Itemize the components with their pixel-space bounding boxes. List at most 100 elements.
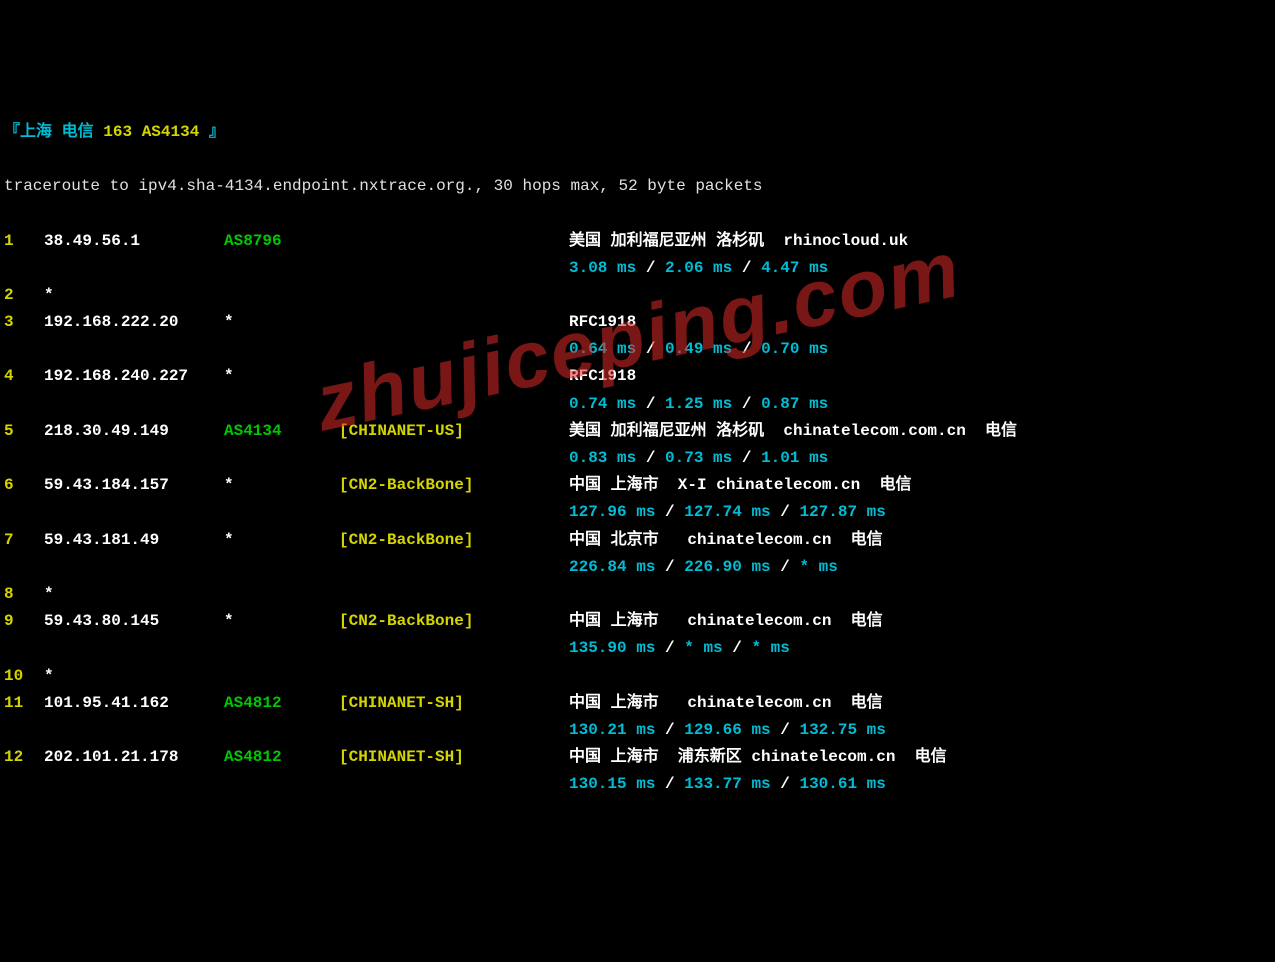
hop-timings: 0.83 ms / 0.73 ms / 1.01 ms: [4, 445, 1271, 472]
hop-location: 中国 北京市 chinatelecom.cn 电信: [569, 527, 883, 554]
hop-ip: *: [44, 282, 224, 309]
trace-command: traceroute to ipv4.sha-4134.endpoint.nxt…: [4, 173, 1271, 200]
timing-2: 129.66 ms: [684, 721, 770, 739]
hop-asn: *: [224, 527, 339, 554]
timing-1: 130.15 ms: [569, 775, 655, 793]
timing-3: 1.01 ms: [761, 449, 828, 467]
hop-ip: 59.43.181.49: [44, 527, 224, 554]
hop-timings: 3.08 ms / 2.06 ms / 4.47 ms: [4, 255, 1271, 282]
timing-2: 127.74 ms: [684, 503, 770, 521]
hop-row: 4192.168.240.227*RFC1918: [4, 363, 1271, 390]
timing-2: 2.06 ms: [665, 259, 732, 277]
timing-2: 133.77 ms: [684, 775, 770, 793]
hop-row: 12202.101.21.178AS4812[CHINANET-SH]中国 上海…: [4, 744, 1271, 771]
timing-sep: /: [655, 503, 684, 521]
timing-sep: /: [771, 503, 800, 521]
hop-row: 3192.168.222.20*RFC1918: [4, 309, 1271, 336]
hop-row: 2*: [4, 282, 1271, 309]
hop-number: 2: [4, 282, 44, 309]
timing-sep: /: [636, 340, 665, 358]
timing-1: 127.96 ms: [569, 503, 655, 521]
timing-3: 130.61 ms: [799, 775, 885, 793]
timing-sep: /: [636, 259, 665, 277]
hop-ip: 59.43.80.145: [44, 608, 224, 635]
hop-number: 5: [4, 418, 44, 445]
hop-asn: AS8796: [224, 228, 339, 255]
hop-ip: 202.101.21.178: [44, 744, 224, 771]
hop-row: 759.43.181.49*[CN2-BackBone]中国 北京市 china…: [4, 527, 1271, 554]
hop-number: 1: [4, 228, 44, 255]
timing-3: 0.70 ms: [761, 340, 828, 358]
timing-3: 127.87 ms: [799, 503, 885, 521]
hop-tag: [CHINANET-SH]: [339, 690, 569, 717]
hops-list: 138.49.56.1AS8796美国 加利福尼亚州 洛杉矶 rhinoclou…: [4, 228, 1271, 799]
header-isp: 电信: [62, 123, 94, 141]
hop-timings: 0.74 ms / 1.25 ms / 0.87 ms: [4, 391, 1271, 418]
hop-number: 4: [4, 363, 44, 390]
header-net: 163: [103, 123, 132, 141]
header-asn: AS4134: [142, 123, 200, 141]
hop-number: 9: [4, 608, 44, 635]
timing-sep: /: [655, 558, 684, 576]
hop-number: 11: [4, 690, 44, 717]
hop-timings: 130.21 ms / 129.66 ms / 132.75 ms: [4, 717, 1271, 744]
hop-tag: [CHINANET-US]: [339, 418, 569, 445]
timing-sep: /: [636, 449, 665, 467]
timing-sep: /: [771, 775, 800, 793]
timing-sep: /: [771, 721, 800, 739]
timing-sep: /: [732, 449, 761, 467]
hop-location: RFC1918: [569, 363, 636, 390]
hop-number: 8: [4, 581, 44, 608]
timing-3: * ms: [751, 639, 789, 657]
hop-ip: 218.30.49.149: [44, 418, 224, 445]
hop-timings: 226.84 ms / 226.90 ms / * ms: [4, 554, 1271, 581]
timing-sep: /: [636, 395, 665, 413]
hop-asn: AS4812: [224, 744, 339, 771]
timing-sep: /: [723, 639, 752, 657]
timing-3: 0.87 ms: [761, 395, 828, 413]
hop-number: 6: [4, 472, 44, 499]
hop-ip: 59.43.184.157: [44, 472, 224, 499]
hop-tag: [CN2-BackBone]: [339, 472, 569, 499]
timing-sep: /: [655, 775, 684, 793]
hop-tag: [CN2-BackBone]: [339, 527, 569, 554]
hop-ip: 101.95.41.162: [44, 690, 224, 717]
hop-timings: 127.96 ms / 127.74 ms / 127.87 ms: [4, 499, 1271, 526]
header-suffix: 』: [199, 123, 225, 141]
hop-timings: 135.90 ms / * ms / * ms: [4, 635, 1271, 662]
timing-3: 4.47 ms: [761, 259, 828, 277]
hop-row: 8*: [4, 581, 1271, 608]
header-prefix: 『: [4, 123, 20, 141]
hop-asn: *: [224, 472, 339, 499]
timing-2: * ms: [684, 639, 722, 657]
hop-location: 中国 上海市 chinatelecom.cn 电信: [569, 608, 883, 635]
timing-sep: /: [771, 558, 800, 576]
timing-2: 0.49 ms: [665, 340, 732, 358]
hop-number: 3: [4, 309, 44, 336]
timing-1: 135.90 ms: [569, 639, 655, 657]
hop-asn: *: [224, 608, 339, 635]
trace-header: 『上海 电信 163 AS4134 』: [4, 119, 1271, 146]
hop-tag: [CN2-BackBone]: [339, 608, 569, 635]
hop-row: 5218.30.49.149AS4134[CHINANET-US]美国 加利福尼…: [4, 418, 1271, 445]
hop-tag: [CHINANET-SH]: [339, 744, 569, 771]
timing-sep: /: [732, 395, 761, 413]
timing-1: 0.74 ms: [569, 395, 636, 413]
timing-sep: /: [655, 639, 684, 657]
hop-ip: 192.168.222.20: [44, 309, 224, 336]
timing-3: 132.75 ms: [799, 721, 885, 739]
hop-location: 中国 上海市 浦东新区 chinatelecom.cn 电信: [569, 744, 947, 771]
hop-location: 美国 加利福尼亚州 洛杉矶 rhinocloud.uk: [569, 228, 908, 255]
timing-2: 0.73 ms: [665, 449, 732, 467]
hop-row: 138.49.56.1AS8796美国 加利福尼亚州 洛杉矶 rhinoclou…: [4, 228, 1271, 255]
timing-2: 1.25 ms: [665, 395, 732, 413]
hop-timings: 0.64 ms / 0.49 ms / 0.70 ms: [4, 336, 1271, 363]
timing-sep: /: [732, 340, 761, 358]
hop-ip: 192.168.240.227: [44, 363, 224, 390]
timing-sep: /: [655, 721, 684, 739]
hop-row: 959.43.80.145*[CN2-BackBone]中国 上海市 china…: [4, 608, 1271, 635]
hop-location: RFC1918: [569, 309, 636, 336]
hop-row: 11101.95.41.162AS4812[CHINANET-SH]中国 上海市…: [4, 690, 1271, 717]
timing-3: * ms: [799, 558, 837, 576]
hop-number: 12: [4, 744, 44, 771]
